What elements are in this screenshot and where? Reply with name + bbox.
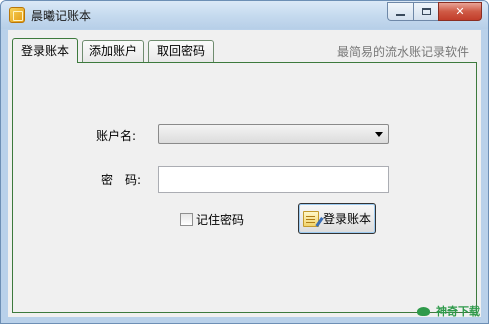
app-icon [9,7,25,23]
account-label: 账户名: [96,129,137,143]
remember-password-label[interactable]: 记住密码 [196,211,244,228]
close-icon: ✕ [455,5,465,18]
watermark: 神奇下载 [416,303,480,319]
leaf-icon [416,304,432,318]
tab-recover-password[interactable]: 取回密码 [148,40,214,62]
maximize-button[interactable] [413,2,438,21]
client-area: 登录账本 添加账户 取回密码 最简易的流水账记录软件 账户名: 密 码: 记住密… [8,30,481,317]
password-field[interactable] [158,166,389,193]
remember-password-checkbox[interactable] [180,213,193,226]
close-button[interactable]: ✕ [438,2,482,21]
title-bar[interactable]: 晨曦记账本 ✕ [1,1,488,29]
login-button-label: 登录账本 [322,212,371,226]
login-panel: 账户名: 密 码: 记住密码 登录账本 [12,62,477,313]
login-button[interactable]: 登录账本 [298,203,376,234]
maximize-icon [421,8,431,15]
watermark-text: 神奇下载 [436,305,480,318]
password-label: 密 码: [101,173,142,187]
tab-login[interactable]: 登录账本 [12,38,78,63]
app-window: 晨曦记账本 ✕ 登录账本 添加账户 取回密码 最简易的流水账记录软件 账户名: … [0,0,489,324]
remember-password[interactable]: 记住密码 [180,211,244,228]
minimize-icon [396,13,405,16]
minimize-button[interactable] [387,2,413,21]
tab-add-account[interactable]: 添加账户 [82,40,144,62]
notepad-pen-icon [302,210,319,227]
caption-buttons: ✕ [387,2,482,21]
chevron-down-icon [375,132,383,137]
slogan: 最简易的流水账记录软件 [336,45,469,59]
window-title: 晨曦记账本 [31,9,92,23]
account-select[interactable] [158,124,389,144]
